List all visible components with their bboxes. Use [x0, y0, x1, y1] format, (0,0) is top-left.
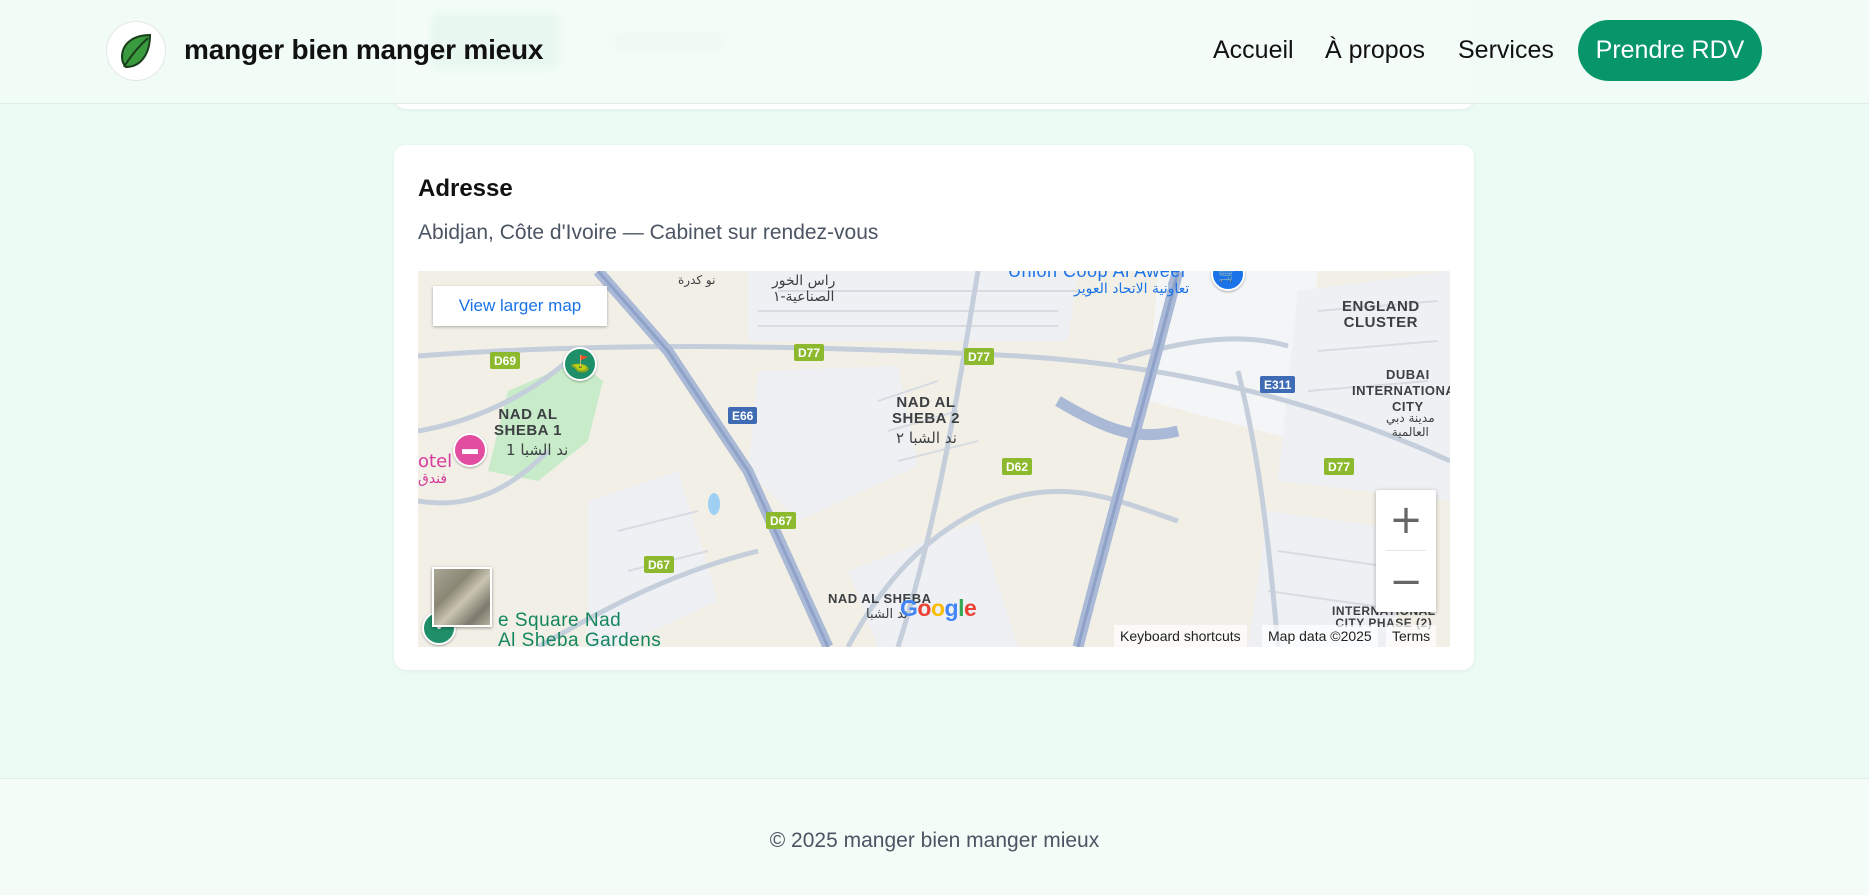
- view-larger-map-link[interactable]: View larger map: [433, 286, 607, 326]
- map-data-attribution: Map data ©2025: [1262, 625, 1378, 647]
- keyboard-shortcuts-link[interactable]: Keyboard shortcuts: [1114, 625, 1247, 647]
- road-shield-d67: D67: [644, 556, 675, 573]
- nav-a-propos[interactable]: À propos: [1325, 36, 1425, 65]
- hotel-pin-icon[interactable]: ▬: [453, 433, 487, 467]
- map-roads: [418, 271, 1450, 647]
- road-shield-d77: D77: [1324, 458, 1355, 475]
- address-title: Adresse: [418, 175, 513, 202]
- zoom-in-button[interactable]: +: [1376, 490, 1436, 550]
- label-nad-al-sheba-1-ar: ند الشبا 1: [506, 441, 569, 459]
- embedded-map[interactable]: NAD AL SHEBA 1 ند الشبا 1 NAD AL SHEBA 2 ن…: [418, 271, 1450, 647]
- nav-accueil[interactable]: Accueil: [1213, 36, 1294, 65]
- label-nad-al-sheba-2: NAD AL SHEBA 2: [892, 394, 960, 427]
- leaf-icon[interactable]: [106, 21, 166, 81]
- label-hotel: otel: [418, 451, 453, 472]
- zoom-divider: [1386, 550, 1426, 551]
- zoom-control: + −: [1376, 490, 1436, 612]
- road-shield-d62: D62: [1002, 458, 1033, 475]
- terms-link[interactable]: Terms: [1386, 625, 1437, 647]
- label-dubai-international-city: DUBAIINTERNATIONALCITY: [1352, 367, 1450, 414]
- label-hotel-ar: فندق: [418, 471, 448, 487]
- label-union-coop-ar: تعاونية الاتحاد العوير: [1074, 281, 1190, 297]
- footer-copyright: © 2025 manger bien manger mieux: [769, 829, 1100, 852]
- road-shield-d67: D67: [766, 512, 797, 529]
- road-shield-d69: D69: [490, 352, 521, 369]
- label-nad-al-sheba-1: NAD AL SHEBA 1: [494, 406, 562, 439]
- golf-pin-icon[interactable]: ⛳: [563, 347, 597, 381]
- road-shield-e66: E66: [728, 407, 758, 424]
- road-shield-d77: D77: [964, 348, 995, 365]
- book-appointment-button[interactable]: Prendre RDV: [1578, 20, 1762, 81]
- label-nad-kadra: نو كدرة: [678, 273, 716, 287]
- address-text: Abidjan, Côte d'Ivoire — Cabinet sur ren…: [418, 221, 879, 244]
- label-dubai-international-city-ar: مدينة دبي العالمية: [1386, 411, 1435, 439]
- label-ras-al-khor: راس الخور الصناعية-١: [772, 273, 836, 305]
- satellite-toggle[interactable]: [432, 567, 492, 627]
- label-nad-al-sheba-2-ar: ند الشبا ٢: [896, 429, 957, 447]
- brand-name[interactable]: manger bien manger mieux: [184, 34, 544, 66]
- label-england-cluster: ENGLAND CLUSTER: [1342, 298, 1420, 331]
- nav-services[interactable]: Services: [1458, 36, 1554, 65]
- label-square-nad-al-sheba: e Square Nad Al Sheba Gardens: [498, 610, 662, 648]
- zoom-out-button[interactable]: −: [1376, 552, 1436, 612]
- address-card: Adresse Abidjan, Côte d'Ivoire — Cabinet…: [394, 145, 1474, 670]
- site-header: manger bien manger mieux Accueil À propo…: [0, 0, 1869, 104]
- google-logo: Google: [900, 595, 977, 621]
- site-footer: © 2025 manger bien manger mieux: [0, 778, 1869, 895]
- road-shield-e311: E311: [1260, 376, 1296, 393]
- label-union-coop: Union Coop Al Aweer: [1008, 271, 1188, 281]
- road-shield-d77: D77: [794, 344, 825, 361]
